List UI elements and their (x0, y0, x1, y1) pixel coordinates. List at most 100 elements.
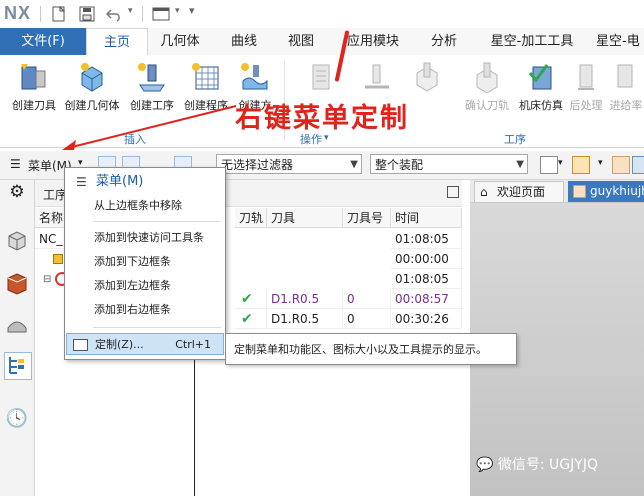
create-program-icon (190, 61, 222, 93)
customize-window-icon (73, 339, 88, 351)
window-icon[interactable] (150, 4, 172, 24)
table-row-time: 00:30:26 (391, 309, 462, 329)
annotation-text: 右键菜单定制 (235, 103, 409, 134)
panel-splitter-line (194, 358, 195, 496)
watermark-text: 微信号: UGJYJQ (497, 457, 598, 473)
chevron-down-icon: ▼ (350, 159, 358, 170)
feed-rate-icon (610, 61, 642, 93)
menu-item-add-to-quick-access[interactable]: 添加到快速访问工具条 (66, 227, 224, 249)
menu-separator (93, 327, 221, 328)
create-operation-icon (136, 61, 168, 93)
menu-title-item[interactable]: ☰ 菜单(M) (66, 171, 224, 193)
replay-path-button[interactable] (402, 59, 452, 119)
tab-home[interactable]: 主页 (86, 28, 148, 57)
post-process-icon (570, 61, 602, 93)
group-label-process: 工序 (504, 133, 526, 146)
wechat-icon: 💬 (476, 457, 494, 473)
menu-item-customize[interactable]: 定制(Z)... Ctrl+1 (66, 333, 224, 355)
post-process-button[interactable]: 后处理 (566, 59, 606, 119)
verify-toolpath-label: 确认刀轨 (465, 99, 509, 112)
maximize-panel-icon[interactable] (447, 186, 459, 198)
reuse-library-icon[interactable] (4, 312, 30, 338)
undo-icon[interactable] (104, 4, 126, 24)
new-file-icon[interactable] (48, 4, 70, 24)
create-geometry-icon (76, 61, 108, 93)
toolpath-ok-icon: ✔ (235, 309, 267, 329)
customize-tooltip: 定制菜单和功能区、图标大小以及工具提示的显示。 (225, 333, 517, 365)
assembly-scope-select[interactable]: 整个装配 ▼ (370, 154, 528, 174)
tab-analysis[interactable]: 分析 (418, 28, 470, 55)
tab-machining-tools[interactable]: 星空-加工工具 (484, 28, 580, 55)
table-row-time: 00:08:57 (391, 289, 462, 309)
gear-icon[interactable]: ⚙ (4, 182, 30, 208)
create-method-icon (239, 61, 271, 93)
snap-dropdown-icon[interactable]: ▾ (598, 158, 603, 168)
app-logo: NX (4, 3, 32, 23)
selection-filter-select[interactable]: 无选择过滤器 ▼ (216, 154, 362, 174)
column-header-tool-number[interactable]: 刀具号 (343, 208, 391, 228)
window-dropdown-icon[interactable]: ▾ (175, 6, 180, 16)
create-tool-icon (18, 61, 50, 93)
table-row-name[interactable]: NC_ (35, 229, 65, 249)
filter-dropdown-icon[interactable]: ▾ (558, 158, 563, 168)
history-clock-icon[interactable]: 🕓 (4, 408, 30, 434)
generate-path-icon (305, 61, 337, 93)
menu-item-add-to-left-border[interactable]: 添加到左边框条 (66, 275, 224, 297)
tab-xingkong-e[interactable]: 星空-电 (596, 28, 644, 55)
table-row-tool-number: 0 (343, 289, 391, 309)
column-header-tool[interactable]: 刀具 (267, 208, 343, 228)
table-row-tool-number: 0 (343, 309, 391, 329)
undo-dropdown-icon[interactable]: ▾ (128, 6, 133, 16)
machine-simulation-icon (525, 61, 557, 93)
part-cube-icon[interactable] (612, 156, 630, 174)
wechat-watermark: 💬 微信号: UGJYJQ (476, 454, 598, 474)
menu-item-add-to-right-border[interactable]: 添加到右边框条 (66, 299, 224, 321)
replay-path-icon (411, 61, 443, 93)
quick-access-toolbar: NX ▾ ▾ ▾ (0, 0, 644, 29)
table-row-tool: D1.R0.5 (267, 309, 343, 329)
part-navigator-icon[interactable] (4, 270, 30, 296)
tab-part-file[interactable]: guykhiujh (568, 181, 644, 202)
feed-rate-button[interactable]: 进给率 (608, 59, 644, 119)
graphics-tab-bar: ⌂ 欢迎页面 guykhiujh (470, 180, 644, 203)
tab-curve[interactable]: 曲线 (216, 28, 272, 55)
machine-simulation-button[interactable]: 机床仿真 (514, 59, 568, 119)
view-orient-icon[interactable] (632, 156, 644, 174)
verify-toolpath-icon (471, 61, 503, 94)
menu-icon[interactable]: ☰ (10, 157, 21, 171)
assembly-navigator-icon[interactable] (4, 228, 30, 254)
tree-collapse-icon[interactable]: ⊟ (43, 274, 51, 285)
tab-application[interactable]: 应用模块 (342, 28, 404, 55)
tab-view[interactable]: 视图 (276, 28, 326, 55)
menu-icon: ☰ (76, 175, 87, 189)
save-icon[interactable] (76, 4, 98, 24)
menu-title-label: 菜单(M) (96, 174, 144, 189)
list-path-icon (361, 61, 393, 93)
tab-file[interactable]: 文件(F) (0, 28, 86, 55)
column-header-time[interactable]: 时间 (391, 208, 462, 228)
menu-separator (93, 221, 221, 222)
tab-welcome-page[interactable]: ⌂ 欢迎页面 (474, 181, 564, 202)
table-row-time: 01:08:05 (391, 269, 462, 289)
create-tool-button[interactable]: 创建刀具 (4, 59, 64, 119)
menu-item-add-to-bottom-border[interactable]: 添加到下边框条 (66, 251, 224, 273)
create-tool-label: 创建刀具 (12, 99, 56, 112)
customize-qat-icon[interactable]: ▾ (189, 4, 195, 17)
table-row-time: 01:08:05 (391, 229, 462, 249)
menu-item-remove-from-top-border[interactable]: 从上边框条中移除 (66, 195, 224, 217)
feed-rate-label: 进给率 (609, 99, 643, 112)
filter-settings-icon[interactable] (540, 156, 558, 174)
verify-toolpath-button[interactable]: 确认刀轨 (460, 59, 514, 119)
operation-navigator-icon[interactable] (4, 352, 32, 380)
tab-welcome-label: 欢迎页面 (497, 185, 546, 199)
context-menu: ☰ 菜单(M) 从上边框条中移除 添加到快速访问工具条 添加到下边框条 添加到左… (64, 167, 226, 360)
column-header-toolpath[interactable]: 刀轨 (235, 208, 267, 228)
post-process-label: 后处理 (569, 99, 603, 112)
table-row-time: 00:00:00 (391, 249, 462, 269)
qat-separator (40, 6, 41, 22)
table-row-tool: D1.R0.5 (267, 289, 343, 309)
program-folder-icon (53, 254, 63, 264)
customize-label: 定制(Z)... (95, 338, 144, 351)
snap-point-icon[interactable] (572, 156, 590, 174)
tab-geometry[interactable]: 几何体 (150, 28, 210, 55)
